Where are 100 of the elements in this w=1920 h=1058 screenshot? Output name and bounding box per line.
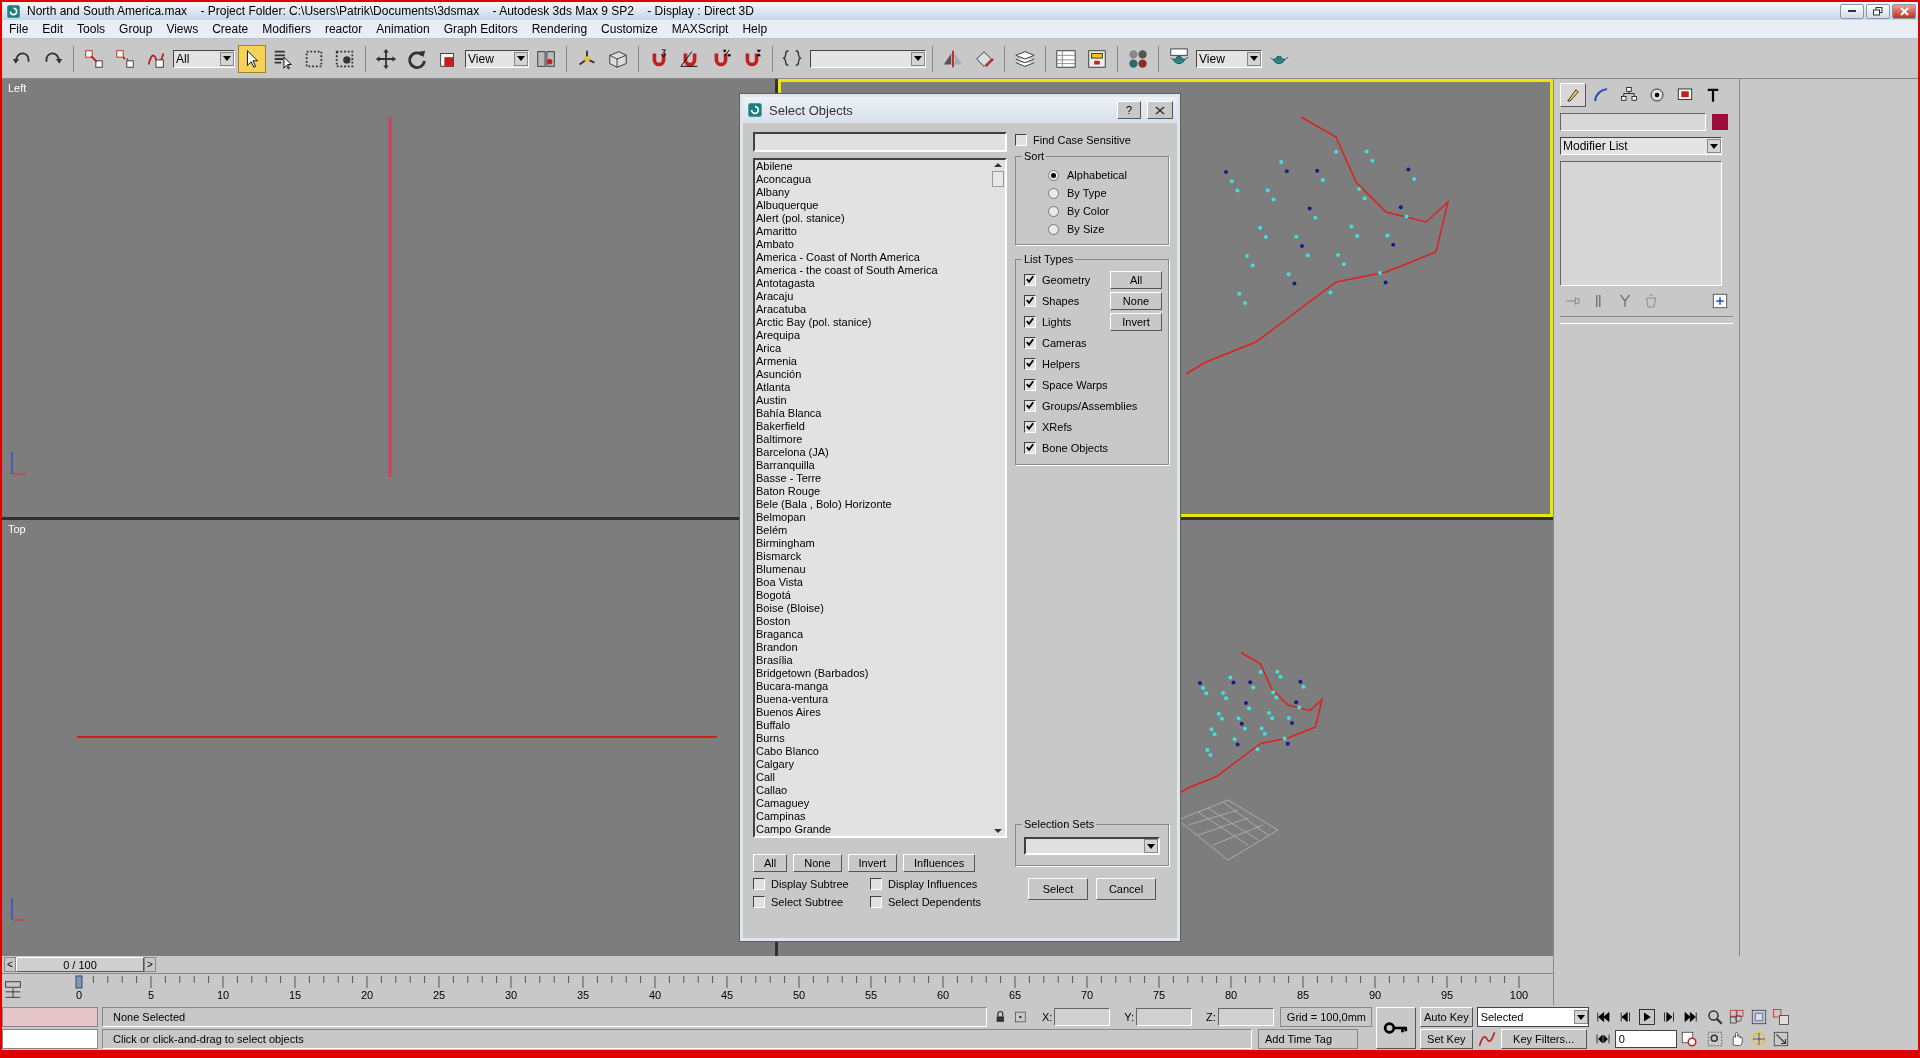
auto-key-button[interactable]: Auto Key xyxy=(1420,1007,1473,1027)
viewport-label[interactable]: Left xyxy=(8,82,27,94)
menu-item[interactable]: Tools xyxy=(70,22,113,36)
list-item[interactable]: Blumenau xyxy=(755,563,991,576)
set-key-button[interactable]: Set Key xyxy=(1420,1029,1473,1049)
list-item[interactable]: Camaguey xyxy=(755,797,991,810)
list-item[interactable]: Arctic Bay (pol. stanice) xyxy=(755,316,991,329)
time-slider-thumb[interactable]: 0 / 100 xyxy=(16,957,144,972)
list-item[interactable]: Bogotá xyxy=(755,589,991,602)
list-item[interactable]: Atlanta xyxy=(755,381,991,394)
list-item[interactable]: Buena-ventura xyxy=(755,693,991,706)
track-bar[interactable]: 0 5 10 15 20 25 30 35 40 45 50 55 60 65 70 75 80 85 90 95 100 xyxy=(24,974,1553,1005)
list-button[interactable]: None xyxy=(793,854,842,872)
menu-item[interactable]: Edit xyxy=(35,22,71,36)
list-item[interactable]: Calgary xyxy=(755,758,991,771)
menu-item[interactable]: Graph Editors xyxy=(436,22,525,36)
radio-label[interactable]: By Type xyxy=(1067,187,1107,199)
list-item[interactable]: Buenos Aires xyxy=(755,706,991,719)
list-item[interactable]: Arequipa xyxy=(755,329,991,342)
list-item[interactable]: Callao xyxy=(755,784,991,797)
option-label[interactable]: Find Case Sensitive xyxy=(1033,134,1131,146)
modifier-list-dropdown[interactable]: Modifier List xyxy=(1560,137,1722,155)
add-time-tag[interactable]: Add Time Tag xyxy=(1258,1029,1358,1049)
dialog-button[interactable]: Cancel xyxy=(1096,878,1156,900)
help-button[interactable]: ? xyxy=(1116,101,1141,119)
reference-coordinate-dropdown[interactable]: View xyxy=(465,49,529,68)
menu-item[interactable]: Help xyxy=(735,22,775,36)
type-label[interactable]: Groups/Assemblies xyxy=(1042,399,1138,412)
list-item[interactable]: Burns xyxy=(755,732,991,745)
list-item[interactable]: Brasília xyxy=(755,654,991,667)
list-item[interactable]: Arica xyxy=(755,342,991,355)
key-mode-dropdown[interactable]: Selected xyxy=(1476,1007,1589,1027)
list-item[interactable]: Baton Rouge xyxy=(755,485,991,498)
list-item[interactable]: Bele (Bala , Bolo) Horizonte xyxy=(755,498,991,511)
list-item[interactable]: Braganca xyxy=(755,628,991,641)
list-item[interactable]: America - the coast of South America xyxy=(755,264,991,277)
type-label[interactable]: Bone Objects xyxy=(1042,441,1109,454)
menu-item[interactable]: reactor xyxy=(317,22,370,36)
type-label[interactable]: Helpers xyxy=(1042,357,1080,370)
list-item[interactable]: Antotagasta xyxy=(755,277,991,290)
key-filters-button[interactable]: Key Filters... xyxy=(1500,1029,1587,1049)
menu-item[interactable]: Modifiers xyxy=(255,22,318,36)
option-label[interactable]: Select Subtree xyxy=(771,896,844,908)
menu-item[interactable]: Views xyxy=(159,22,206,36)
type-label[interactable]: Space Warps xyxy=(1042,378,1108,391)
next-frame-button[interactable]: > xyxy=(144,957,156,972)
menu-item[interactable]: Customize xyxy=(594,22,665,36)
list-item[interactable]: Aconcagua xyxy=(755,173,991,186)
list-item[interactable]: Albuquerque xyxy=(755,199,991,212)
list-item[interactable]: Buffalo xyxy=(755,719,991,732)
list-item[interactable]: Aracaju xyxy=(755,290,991,303)
list-item[interactable]: Alert (pol. stanice) xyxy=(755,212,991,225)
list-item[interactable]: Boise (Bloise) xyxy=(755,602,991,615)
list-item[interactable]: America - Coast of North America xyxy=(755,251,991,264)
menu-item[interactable]: File xyxy=(2,22,36,36)
list-button[interactable]: Influences xyxy=(903,854,976,872)
type-label[interactable]: Geometry xyxy=(1042,273,1091,286)
list-item[interactable]: Brandon xyxy=(755,641,991,654)
list-item[interactable]: Bridgetown (Barbados) xyxy=(755,667,991,680)
list-item[interactable]: Abilene xyxy=(755,160,991,173)
list-item[interactable]: Belmopan xyxy=(755,511,991,524)
type-button[interactable]: None xyxy=(1110,291,1162,310)
menu-item[interactable]: MAXScript xyxy=(664,22,736,36)
type-label[interactable]: Lights xyxy=(1042,315,1072,328)
list-item[interactable]: Call xyxy=(755,771,991,784)
radio-label[interactable]: By Size xyxy=(1067,223,1105,235)
list-item[interactable]: Belém xyxy=(755,524,991,537)
viewport-label[interactable]: Top xyxy=(8,523,26,535)
menu-item[interactable]: Rendering xyxy=(524,22,595,36)
list-item[interactable]: Bismarck xyxy=(755,550,991,563)
list-item[interactable]: Birmingham xyxy=(755,537,991,550)
radio-label[interactable]: Alphabetical xyxy=(1067,169,1127,181)
type-label[interactable]: Cameras xyxy=(1042,336,1087,349)
frame-field[interactable]: 0 xyxy=(1614,1030,1677,1048)
list-button[interactable]: All xyxy=(753,854,788,872)
type-label[interactable]: XRefs xyxy=(1042,420,1072,433)
list-button[interactable]: Invert xyxy=(847,854,898,872)
option-label[interactable]: Display Influences xyxy=(888,878,978,890)
type-button[interactable]: Invert xyxy=(1110,312,1162,331)
list-item[interactable]: Bahía Blanca xyxy=(755,407,991,420)
list-item[interactable]: Ambato xyxy=(755,238,991,251)
list-item[interactable]: Campo Grande xyxy=(755,823,991,836)
option-label[interactable]: Display Subtree xyxy=(771,878,849,890)
render-view-dropdown[interactable]: View xyxy=(1196,49,1262,68)
list-item[interactable]: Albany xyxy=(755,186,991,199)
selection-filter-dropdown[interactable]: All xyxy=(173,49,235,68)
type-label[interactable]: Shapes xyxy=(1042,294,1080,307)
menu-item[interactable]: Group xyxy=(112,22,160,36)
list-item[interactable]: Campinas xyxy=(755,810,991,823)
menu-item[interactable]: Animation xyxy=(369,22,437,36)
list-item[interactable]: Baltimore xyxy=(755,433,991,446)
list-item[interactable]: Barcelona (JA) xyxy=(755,446,991,459)
list-item[interactable]: Amaritto xyxy=(755,225,991,238)
list-item[interactable]: Boston xyxy=(755,615,991,628)
list-item[interactable]: Bucara-manga xyxy=(755,680,991,693)
list-item[interactable]: Barranquilla xyxy=(755,459,991,472)
dialog-button[interactable]: Select xyxy=(1028,878,1088,900)
radio-label[interactable]: By Color xyxy=(1067,205,1110,217)
list-item[interactable]: Basse - Terre xyxy=(755,472,991,485)
type-button[interactable]: All xyxy=(1110,270,1162,289)
